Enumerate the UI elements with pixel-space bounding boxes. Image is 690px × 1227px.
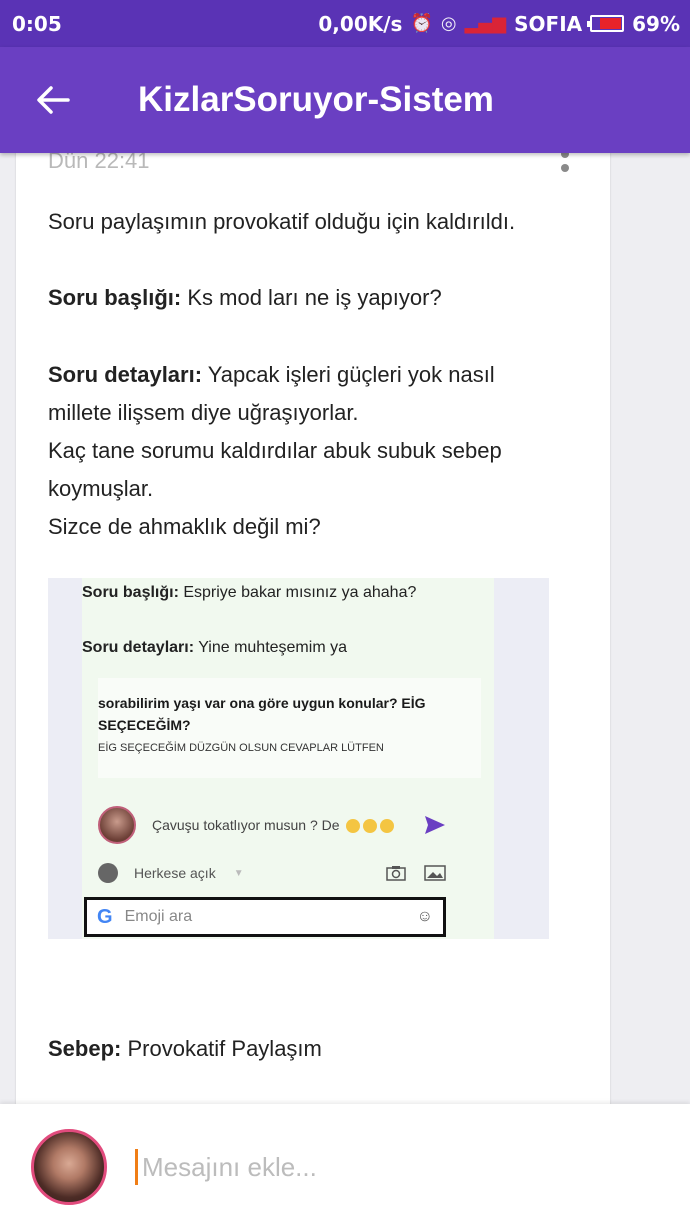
- wifi-icon: ◎: [440, 13, 457, 34]
- avatar[interactable]: [31, 1129, 107, 1205]
- page-title: KizlarSoruyor-Sistem: [138, 80, 494, 119]
- screenshot-question-line: sorabilirim yaşı var ona göre uygun konu…: [98, 695, 426, 711]
- emoji-icon: [380, 819, 395, 834]
- carrier-name: SOFIA: [514, 11, 583, 36]
- question-details-line: Kaç tane sorumu kaldırdılar abuk subuk s…: [48, 438, 502, 463]
- removal-reason: Sebep: Provokatif Paylaşım: [48, 1030, 322, 1068]
- emoji-icon: [363, 819, 378, 834]
- question-details-line: Yapcak işleri güçleri yok nasıl: [202, 362, 495, 387]
- screenshot-question-line: SEÇECEĞİM?: [98, 717, 191, 733]
- message-composer: [0, 1104, 690, 1227]
- question-details-line: millete ilişsem diye uğraşıyorlar.: [48, 400, 359, 425]
- emoji-icon: [346, 819, 361, 834]
- google-icon: G: [97, 905, 113, 928]
- chevron-down-icon: ▼: [233, 867, 244, 879]
- screenshot-privacy-row: Herkese açık ▼: [98, 858, 446, 888]
- message-input[interactable]: [135, 1149, 642, 1185]
- status-bar: 0:05 0,00K/s ⏰ ◎ ▂▄▆ SOFIA 69%: [0, 0, 690, 47]
- screenshot-details: Soru detayları: Yine muhteşemim ya: [82, 639, 347, 657]
- status-right: 0,00K/s ⏰ ◎ ▂▄▆ SOFIA 69%: [318, 12, 690, 36]
- more-dot-icon: [561, 164, 569, 172]
- back-button[interactable]: [8, 85, 98, 115]
- attached-screenshot[interactable]: Soru başlığı: Espriye bakar mısınız ya a…: [48, 578, 549, 939]
- question-title-label: Soru başlığı:: [48, 285, 182, 310]
- message-card: Dün 22:41 Soru paylaşımın provokatif old…: [16, 130, 610, 1130]
- message-intro: Soru paylaşımın provokatif olduğu için k…: [48, 209, 516, 234]
- app-toolbar: KizlarSoruyor-Sistem: [0, 47, 690, 153]
- screenshot-comment-text: Çavuşu tokatlıyor musun ? De: [152, 817, 395, 834]
- image-icon: [424, 865, 446, 881]
- more-options-button[interactable]: [560, 150, 570, 172]
- screenshot-privacy: Herkese açık: [134, 865, 216, 881]
- smile-icon: ☺: [416, 908, 433, 925]
- question-details-label: Soru detayları:: [48, 362, 203, 387]
- net-speed: 0,00K/s: [318, 11, 403, 36]
- screenshot-question-small: EİG SEÇECEĞİM DÜZGÜN OLSUN CEVAPLAR LÜTF…: [98, 742, 384, 754]
- screenshot-details-value: Yine muhteşemim ya: [194, 639, 347, 656]
- screenshot-search-placeholder: Emoji ara: [124, 908, 193, 925]
- globe-icon: [98, 863, 118, 883]
- removal-reason-value: Provokatif Paylaşım: [121, 1036, 322, 1061]
- screenshot-comment-row: Çavuşu tokatlıyor musun ? De: [98, 800, 446, 850]
- alarm-icon: ⏰: [410, 13, 433, 34]
- screenshot-title: Soru başlığı: Espriye bakar mısınız ya a…: [82, 584, 416, 602]
- question-details-line: Sizce de ahmaklık değil mi?: [48, 514, 321, 539]
- question-title: Soru başlığı: Ks mod ları ne iş yapıyor?: [48, 279, 442, 317]
- arrow-left-icon: [37, 86, 70, 114]
- avatar: [98, 806, 136, 844]
- send-icon: [425, 816, 445, 834]
- battery-percent: 69%: [632, 11, 680, 36]
- signal-icon: ▂▄▆: [464, 13, 507, 34]
- battery-icon: [587, 15, 625, 32]
- camera-icon: [386, 866, 406, 881]
- removal-reason-label: Sebep:: [48, 1036, 122, 1061]
- status-time: 0:05: [12, 11, 62, 36]
- question-title-value: Ks mod ları ne iş yapıyor?: [181, 285, 442, 310]
- screenshot-title-value: Espriye bakar mısınız ya ahaha?: [178, 584, 417, 601]
- screenshot-details-label: Soru detayları:: [82, 639, 195, 656]
- screenshot-emoji-search: G Emoji ara ☺: [84, 897, 446, 937]
- question-details: Soru detayları: Yapcak işleri güçleri yo…: [48, 356, 502, 546]
- screenshot-title-label: Soru başlığı:: [82, 584, 179, 601]
- question-details-line: koymuşlar.: [48, 476, 154, 501]
